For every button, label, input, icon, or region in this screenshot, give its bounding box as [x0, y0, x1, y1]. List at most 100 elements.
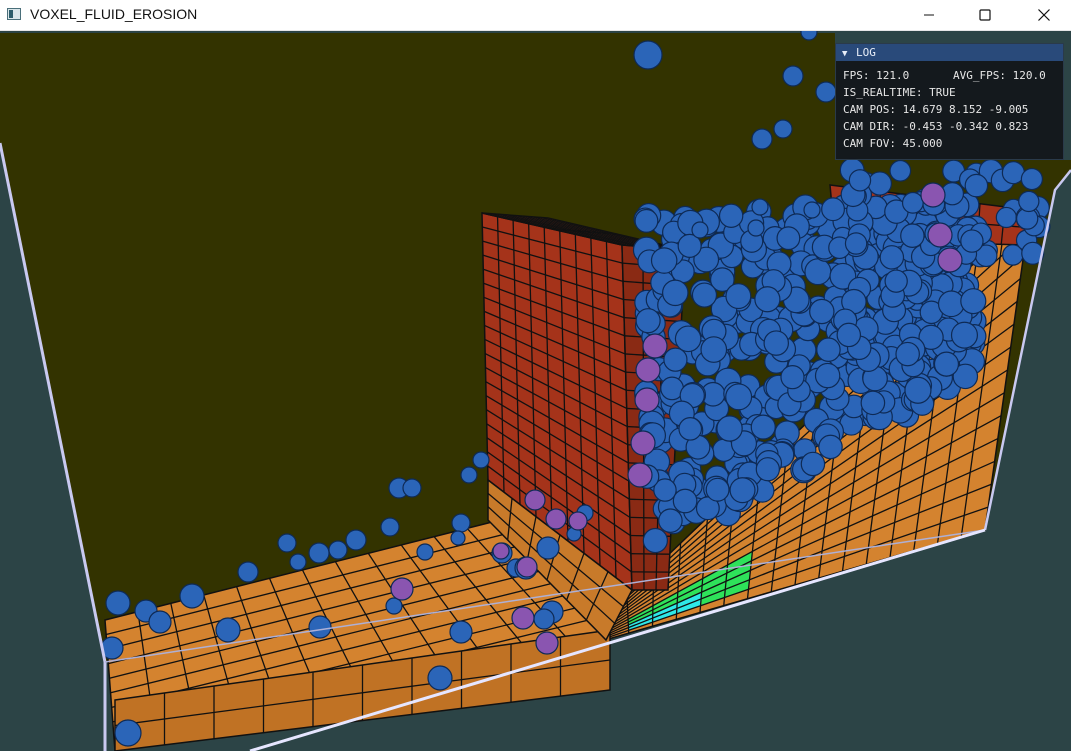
realtime-readout: IS_REALTIME: TRUE	[843, 86, 956, 99]
fluid-particle	[729, 477, 756, 504]
fluid-particle	[535, 631, 559, 655]
fluid-particle	[725, 383, 753, 411]
fluid-particle	[776, 226, 801, 251]
fluid-particle	[568, 511, 588, 531]
cam-pos-readout: CAM POS: 14.679 8.152 -9.005	[843, 103, 1029, 116]
fluid-particle	[879, 245, 905, 270]
fluid-particle	[937, 290, 965, 318]
fluid-particle	[511, 606, 535, 630]
fluid-particle	[450, 530, 466, 546]
fluid-particle	[904, 376, 932, 404]
fluid-particle	[860, 390, 886, 416]
maximize-button[interactable]	[962, 0, 1008, 30]
fluid-particle	[650, 247, 678, 274]
fluid-particle	[663, 347, 688, 372]
fluid-particle	[782, 65, 804, 87]
fluid-particle	[678, 417, 703, 441]
fluid-particle	[633, 40, 663, 70]
fluid-particle	[627, 462, 653, 488]
fluid-particle	[380, 517, 400, 537]
fluid-particle	[900, 223, 925, 248]
fluid-particle	[816, 337, 841, 362]
fluid-particle	[390, 577, 414, 601]
fluid-particle	[803, 201, 821, 219]
fluid-particle	[755, 457, 780, 482]
fluid-particle	[815, 81, 837, 103]
fluid-particle	[818, 434, 843, 460]
fluid-particle	[763, 330, 790, 356]
minimize-icon	[924, 14, 934, 16]
fluid-particle	[114, 719, 142, 747]
avg-fps-readout: AVG_FPS: 120.0	[953, 69, 1046, 82]
fluid-particle	[716, 415, 743, 442]
fluid-particle	[672, 488, 698, 514]
fluid-particle	[215, 617, 241, 643]
fluid-particle	[630, 430, 656, 456]
fluid-particle	[800, 451, 826, 477]
fluid-particle	[821, 197, 845, 222]
fluid-particle	[1018, 190, 1040, 213]
fluid-particle	[524, 489, 546, 511]
collapse-arrow-icon[interactable]: ▼	[842, 46, 856, 63]
close-button[interactable]	[1021, 0, 1067, 30]
fluid-particle	[773, 119, 793, 139]
fluid-particle	[848, 169, 872, 192]
fluid-particle	[901, 191, 924, 214]
fluid-particle	[416, 543, 434, 561]
fluid-particle	[809, 298, 835, 325]
app-window-icon	[7, 8, 21, 20]
fluid-particle	[635, 357, 661, 383]
fluid-particle	[895, 341, 920, 367]
fluid-particle	[533, 608, 555, 630]
cam-dir-readout: CAM DIR: -0.453 -0.342 0.823	[843, 120, 1029, 133]
fluid-particle	[427, 665, 453, 691]
fluid-particle	[889, 159, 912, 182]
fluid-particle	[995, 206, 1017, 229]
fluid-particle	[634, 387, 660, 413]
fluid-particle	[804, 258, 832, 286]
fluid-particle	[691, 282, 718, 308]
fluid-particle	[385, 597, 403, 615]
fluid-particle	[780, 365, 805, 390]
fluid-particle	[105, 590, 131, 616]
title-bar[interactable]: VOXEL_FLUID_EROSION	[0, 0, 1071, 31]
fluid-particle	[642, 527, 668, 554]
fluid-particle	[691, 221, 709, 239]
fluid-particle	[674, 325, 702, 353]
fluid-particle	[751, 128, 773, 150]
fluid-particle	[345, 529, 367, 551]
log-panel[interactable]: ▼ LOG FPS: 121.0 AVG_FPS: 120.0 IS_REALTI…	[835, 43, 1064, 160]
fluid-particle	[460, 466, 478, 484]
fluid-particle	[662, 279, 689, 307]
fluid-particle	[718, 203, 744, 228]
fluid-particle	[451, 513, 471, 533]
fluid-particle	[750, 414, 776, 440]
fps-readout: FPS: 121.0	[843, 69, 910, 82]
fluid-particle	[960, 288, 987, 315]
fluid-particle	[960, 229, 984, 253]
fluid-particle	[1020, 167, 1044, 191]
fluid-particle	[751, 198, 769, 216]
fluid-particle	[927, 222, 953, 248]
fluid-particle	[516, 556, 538, 578]
fluid-particle	[308, 615, 332, 639]
fluid-particle	[472, 451, 490, 469]
log-panel-header[interactable]: ▼ LOG	[836, 44, 1063, 61]
fluid-particle	[328, 540, 348, 560]
fluid-particle	[635, 308, 661, 334]
fluid-particle	[964, 173, 989, 198]
rock-wall-front-gridline	[630, 553, 670, 555]
fluid-particle	[308, 542, 330, 564]
fluid-particle	[747, 219, 765, 237]
close-icon	[1038, 9, 1050, 21]
fluid-particle	[634, 208, 659, 233]
fluid-particle	[884, 269, 908, 293]
fluid-particle	[237, 561, 259, 583]
maximize-icon	[979, 9, 991, 21]
fluid-particle	[545, 508, 567, 530]
fluid-particle	[725, 283, 752, 310]
fluid-particle	[836, 322, 862, 348]
fluid-particle	[933, 351, 960, 377]
minimize-button[interactable]	[906, 0, 952, 30]
fluid-particle	[950, 321, 979, 349]
